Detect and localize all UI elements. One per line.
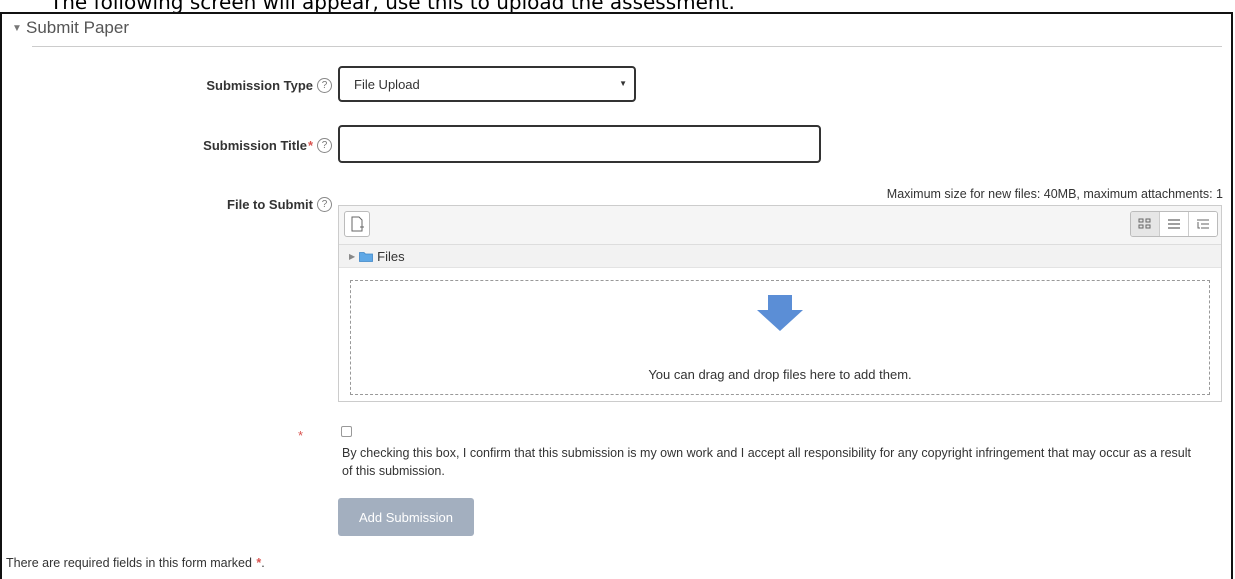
submission-type-label-text: Submission Type bbox=[206, 78, 313, 93]
required-mark: * bbox=[307, 138, 313, 153]
chevron-down-icon: ▼ bbox=[619, 79, 627, 88]
agreement-checkbox[interactable] bbox=[341, 426, 352, 437]
required-fields-note: There are required fields in this form m… bbox=[6, 556, 265, 570]
folder-icon bbox=[359, 251, 374, 262]
drop-arrow-icon bbox=[757, 295, 803, 331]
grid-icon bbox=[1138, 218, 1151, 229]
file-to-submit-label-text: File to Submit bbox=[227, 197, 313, 212]
view-mode-group bbox=[1130, 211, 1218, 237]
file-picker-toolbar bbox=[339, 206, 1221, 245]
file-drop-zone[interactable]: You can drag and drop files here to add … bbox=[350, 280, 1210, 395]
section-title: Submit Paper bbox=[26, 18, 129, 37]
collapse-icon: ▼ bbox=[12, 22, 22, 34]
required-fields-note-end: . bbox=[261, 556, 265, 570]
help-icon[interactable]: ? bbox=[317, 197, 332, 212]
icon-view-button[interactable] bbox=[1131, 212, 1159, 236]
drop-hint: You can drag and drop files here to add … bbox=[648, 367, 912, 382]
list-icon bbox=[1168, 219, 1180, 229]
help-icon[interactable]: ? bbox=[317, 78, 332, 93]
required-fields-note-text: There are required fields in this form m… bbox=[6, 556, 252, 570]
submission-title-label: Submission Title * ? bbox=[203, 138, 332, 153]
list-view-button[interactable] bbox=[1159, 212, 1188, 236]
file-picker: ▶ Files You can drag and drop files here… bbox=[338, 205, 1222, 402]
required-mark: * bbox=[298, 428, 304, 443]
tree-icon bbox=[1197, 219, 1209, 229]
expand-icon: ▶ bbox=[349, 251, 356, 261]
submission-type-select[interactable]: File Upload ▼ bbox=[338, 66, 636, 102]
add-file-icon bbox=[351, 216, 364, 232]
max-size-info: Maximum size for new files: 40MB, maximu… bbox=[886, 187, 1223, 201]
submission-title-label-text: Submission Title bbox=[203, 138, 307, 153]
help-icon[interactable]: ? bbox=[317, 138, 332, 153]
agreement-text: By checking this box, I confirm that thi… bbox=[342, 446, 1191, 478]
submission-type-value: File Upload bbox=[354, 76, 420, 92]
tree-view-button[interactable] bbox=[1188, 212, 1217, 236]
section-toggle-submit-paper[interactable]: ▼ Submit Paper bbox=[12, 18, 129, 38]
folder-label: Files bbox=[377, 248, 405, 264]
add-file-button[interactable] bbox=[344, 211, 370, 237]
submission-title-input[interactable] bbox=[338, 125, 821, 163]
submission-type-label: Submission Type ? bbox=[206, 78, 332, 93]
file-picker-path[interactable]: ▶ Files bbox=[339, 245, 1221, 268]
section-divider bbox=[32, 46, 1222, 47]
file-to-submit-label: File to Submit ? bbox=[227, 197, 332, 212]
add-submission-button[interactable]: Add Submission bbox=[338, 498, 474, 536]
